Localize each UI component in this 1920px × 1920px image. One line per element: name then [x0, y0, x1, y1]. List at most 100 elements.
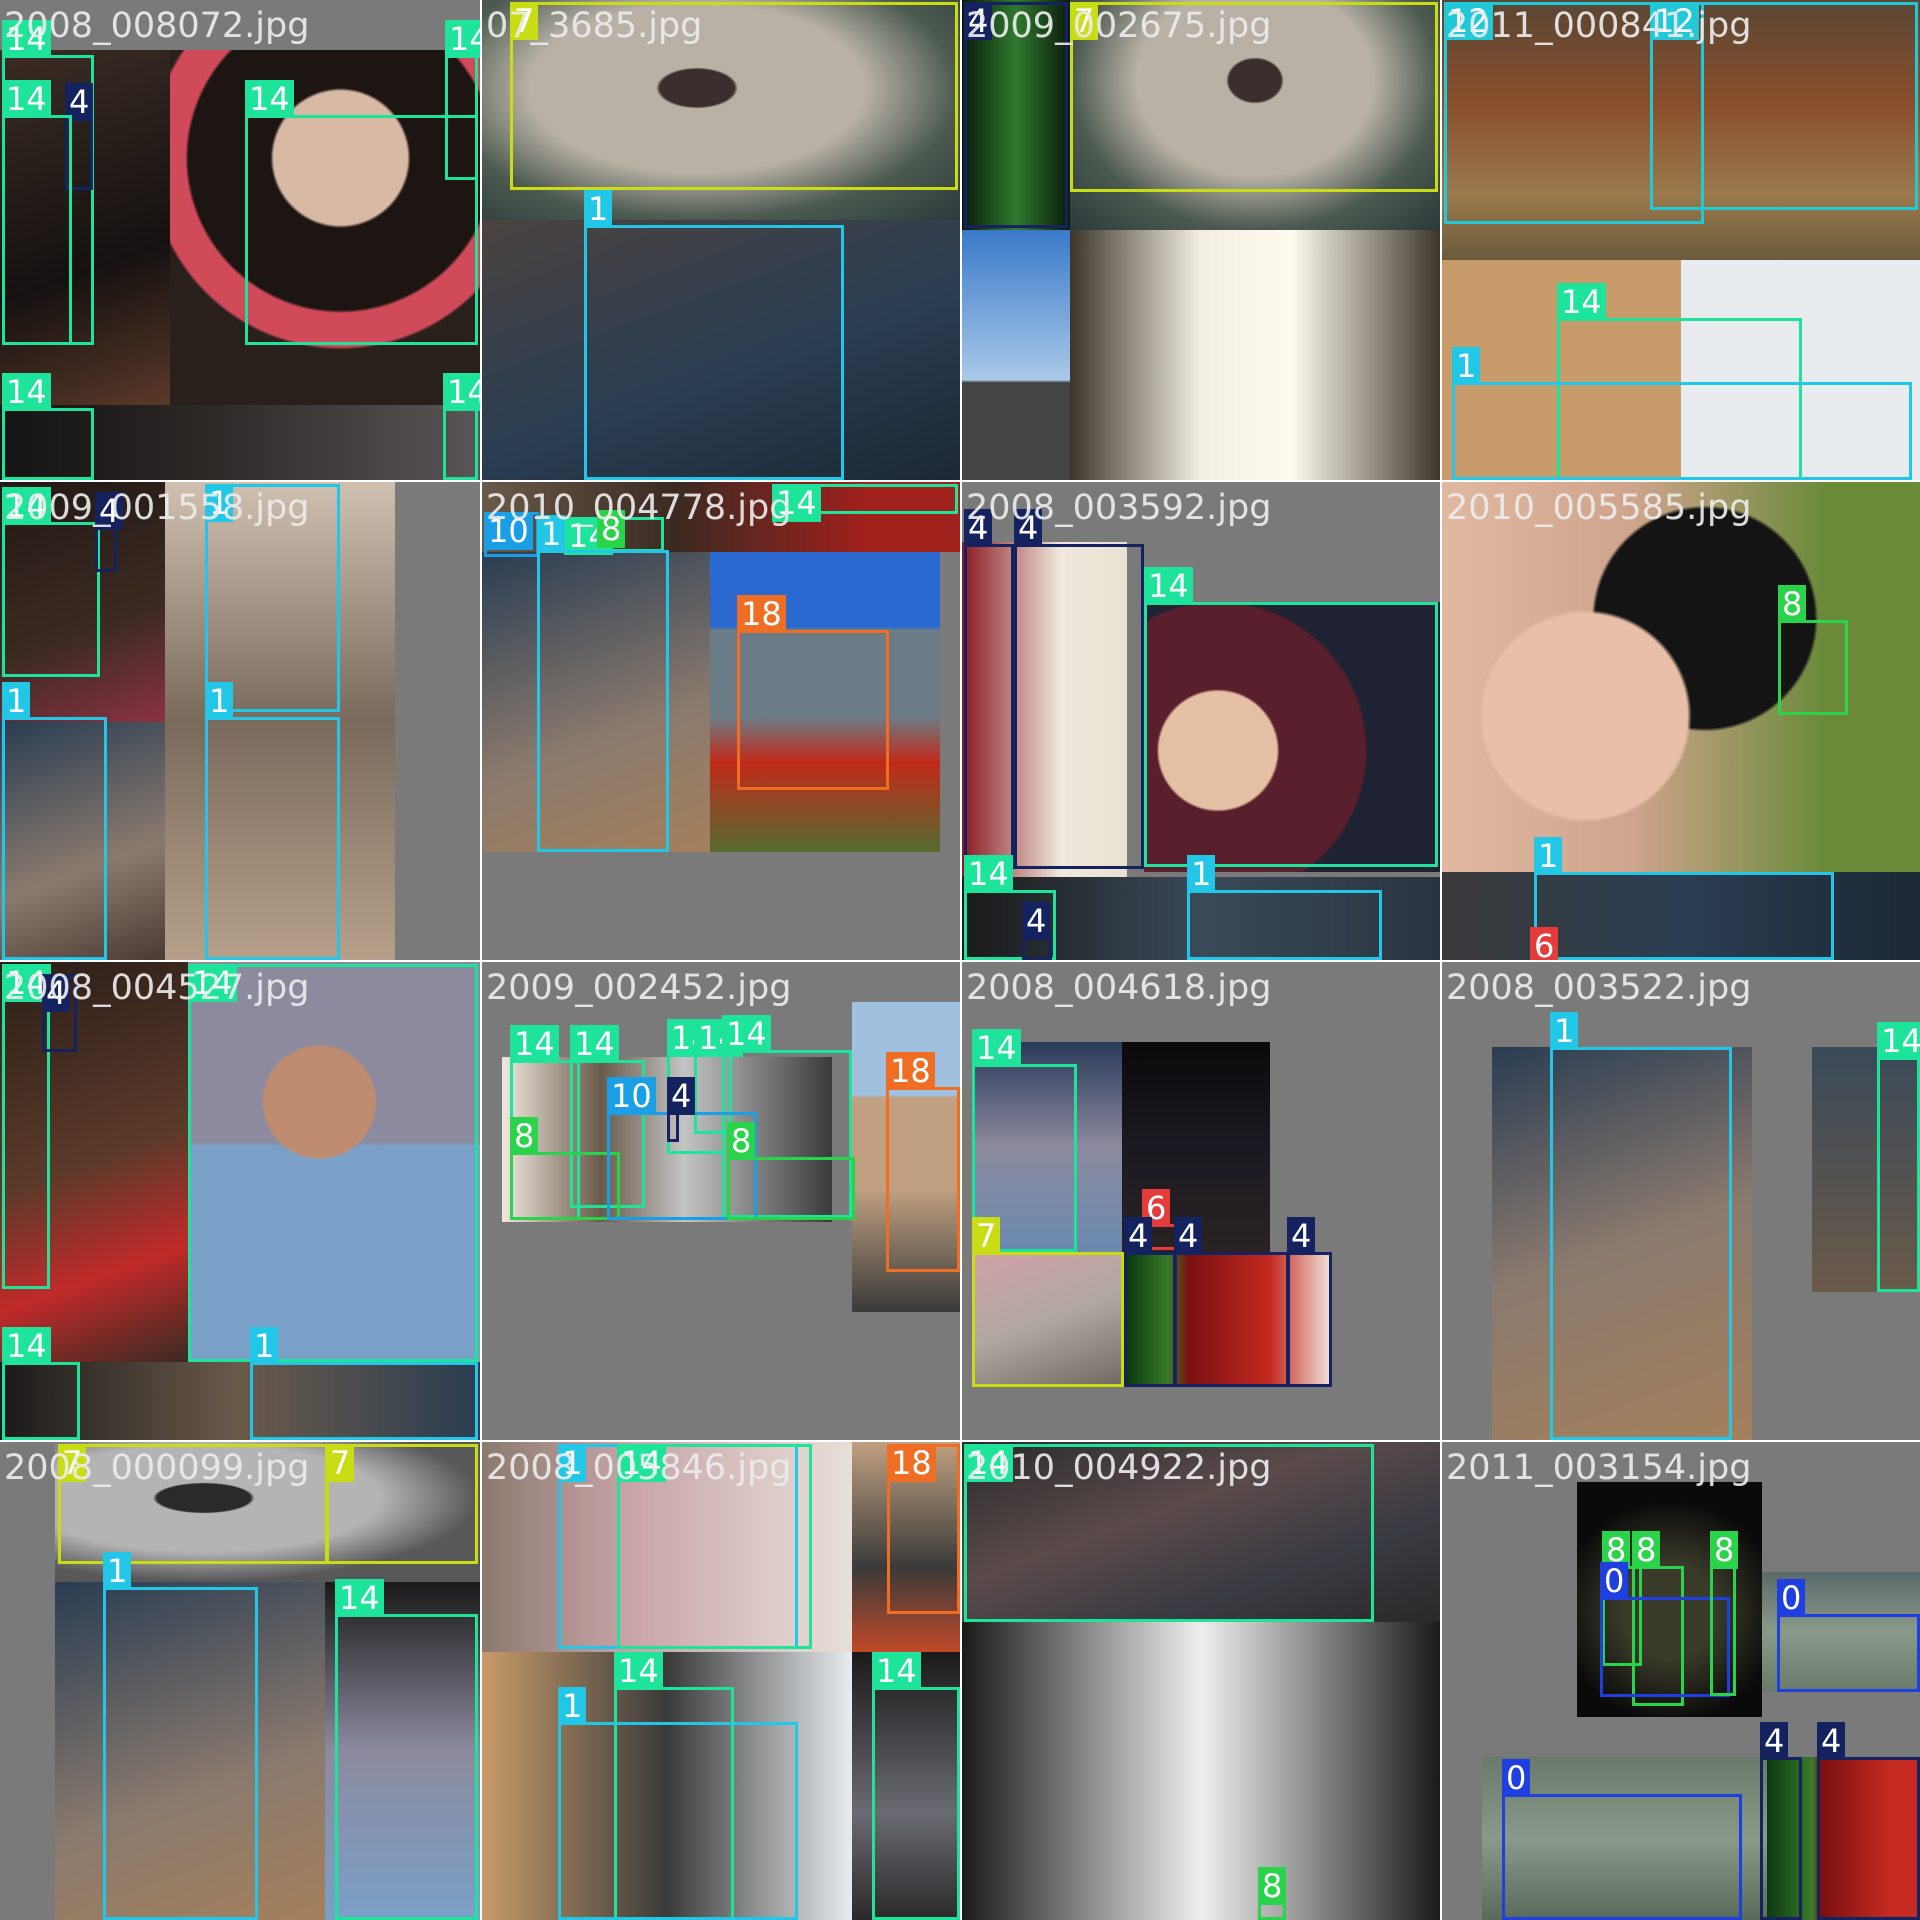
detection-box: 14 [772, 484, 958, 522]
detection-box: 8 [1258, 1867, 1287, 1920]
detection-box: 18 [737, 595, 889, 790]
photo [962, 230, 1070, 480]
detection-box: 4 [1287, 1217, 1332, 1387]
class-label: 4 [1124, 1217, 1153, 1255]
class-label: 14 [2, 1327, 51, 1365]
class-label: 1 [584, 190, 613, 228]
detection-box: 18 [886, 1052, 960, 1272]
class-label: 14 [510, 1025, 559, 1063]
filename-label: 2009_001558.jpg [4, 488, 310, 528]
photo [962, 1622, 1440, 1920]
filename-label: 2008_004618.jpg [966, 968, 1272, 1008]
detection-box: 0 [1777, 1579, 1920, 1692]
class-label: 4 [1817, 1722, 1846, 1760]
detection-box: 1 [558, 1687, 798, 1920]
photo [1070, 230, 1440, 480]
detection-box: 14 [443, 373, 480, 480]
class-label: 4 [1287, 1217, 1316, 1255]
class-label: 14 [722, 1015, 771, 1053]
class-label: 1 [103, 1552, 132, 1590]
detection-box: 14 [245, 80, 478, 345]
class-label: 1 [205, 682, 234, 720]
filename-label: 07_3685.jpg [486, 6, 703, 46]
detection-box: 1 [1452, 347, 1912, 480]
detection-box: 14 [2, 487, 100, 677]
class-label: 4 [1174, 1217, 1203, 1255]
tile: 2008_003592.jpg 4 4 14 14 1 4 [960, 480, 1442, 962]
class-label: 8 [1710, 1531, 1739, 1569]
filename-label: 2010_004922.jpg [966, 1448, 1272, 1488]
tile: 2010_004922.jpg 14 8 [960, 1440, 1442, 1920]
detection-box: 0 [1502, 1759, 1742, 1920]
detection-box: 14 [1144, 567, 1438, 867]
tile: 2008_004618.jpg 14 6 7 4 4 4 [960, 960, 1442, 1442]
detection-box: 4 [1760, 1722, 1802, 1920]
class-label: 8 [1778, 585, 1807, 623]
detection-box: 4 [667, 1077, 696, 1142]
class-label: 0 [1600, 1562, 1629, 1600]
filename-label: 2008_008072.jpg [4, 6, 310, 46]
filename-label: 2011_003154.jpg [1446, 1448, 1752, 1488]
detection-box: 14 [2, 373, 94, 480]
tile: 2008_008072.jpg 14 14 4 14 14 14 14 [0, 0, 482, 482]
class-label: 14 [614, 1652, 663, 1690]
detection-box: 8 [1778, 585, 1848, 715]
detection-box: 14 [872, 1652, 960, 1920]
class-label: 18 [737, 595, 786, 633]
class-label: 0 [1777, 1579, 1806, 1617]
class-label: 8 [727, 1122, 756, 1160]
detection-box: 4 [964, 509, 1014, 869]
tile: 2011_003154.jpg 8 8 0 8 0 0 4 4 [1440, 1440, 1920, 1920]
tile: 2009_001558.jpg 14 4 1 1 1 [0, 480, 482, 962]
class-label: 0 [1502, 1759, 1531, 1797]
class-label: 14 [1144, 567, 1193, 605]
class-label: 1 [2, 682, 31, 720]
filename-label: 2010_004778.jpg [486, 488, 792, 528]
detection-box: 7 [326, 1444, 478, 1564]
filename-label: 2009_002452.jpg [486, 968, 792, 1008]
class-label: 14 [2, 80, 51, 118]
detection-box: 1 [1550, 1012, 1732, 1440]
detection-box: 1 [537, 515, 669, 852]
photo [1442, 482, 1920, 872]
detection-box: 14 [335, 1579, 478, 1920]
detection-box: 1 [584, 190, 844, 480]
class-label: 14 [872, 1652, 921, 1690]
class-label: 7 [972, 1217, 1001, 1255]
class-label: 14 [245, 80, 294, 118]
detection-box: 7 [972, 1217, 1124, 1387]
tile: 2008_004527.jpg 14 4 14 14 1 [0, 960, 482, 1442]
class-label: 18 [887, 1444, 936, 1482]
class-label: 1 [1550, 1012, 1579, 1050]
class-label: 14 [964, 855, 1013, 893]
tile: 2009_002675.jpg 4 7 [960, 0, 1442, 482]
detection-box: 1 [2, 682, 107, 960]
filename-label: 2009_002675.jpg [966, 6, 1272, 46]
class-label: 4 [667, 1077, 696, 1115]
detection-box: 4 [1817, 1722, 1920, 1920]
detection-box: 4 [95, 492, 124, 572]
class-label: 14 [1557, 283, 1606, 321]
detection-box: 8 [1710, 1531, 1739, 1696]
filename-label: 2008_003592.jpg [966, 488, 1272, 528]
detection-box: 4 [1022, 902, 1052, 960]
class-label: 1 [1534, 837, 1563, 875]
detection-box: 8 [727, 1122, 855, 1220]
class-label: 1 [1187, 855, 1216, 893]
filename-label: 2008_000099.jpg [4, 1448, 310, 1488]
mosaic-grid: 2008_008072.jpg 14 14 4 14 14 14 14 07_3… [0, 0, 1920, 1920]
detection-box: 14 [188, 964, 478, 1362]
class-label: 1 [250, 1327, 279, 1365]
detection-box: 18 [887, 1444, 960, 1614]
class-label: 14 [445, 20, 480, 58]
detection-box: 4 [1014, 509, 1144, 869]
class-label: 14 [2, 373, 51, 411]
detection-box: 4 [1124, 1217, 1176, 1387]
filename-label: 2011_000841.jpg [1446, 6, 1752, 46]
detection-box: 1 [205, 682, 340, 960]
class-label: 1 [1452, 347, 1481, 385]
filename-label: 2008_003522.jpg [1446, 968, 1752, 1008]
class-label: 4 [1760, 1722, 1789, 1760]
tile: 2010_004778.jpg 10 14 8 14 1 18 [480, 480, 962, 962]
filename-label: 2008_005846.jpg [486, 1448, 792, 1488]
